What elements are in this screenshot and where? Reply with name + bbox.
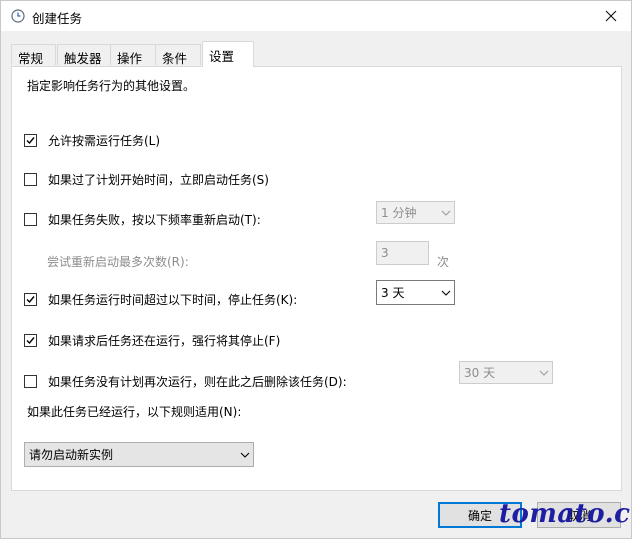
checkmark-icon [26, 137, 35, 145]
task-scheduler-clock-icon [11, 9, 25, 23]
create-task-dialog: 创建任务 常规 触发器 操作 条件 设置 指定影响任务行为的其他设置。 允许按需… [0, 0, 632, 539]
run-asap-row: 如果过了计划开始时间，立即启动任务(S) [24, 171, 269, 188]
close-icon [605, 10, 617, 22]
force-stop-checkbox[interactable] [24, 334, 37, 347]
stop-if-longer-label: 如果任务运行时间超过以下时间，停止任务(K): [48, 293, 298, 307]
delete-if-not-scheduled-checkbox[interactable] [24, 375, 37, 388]
allow-on-demand-checkbox[interactable] [24, 134, 37, 147]
settings-panel: 指定影响任务行为的其他设置。 允许按需运行任务(L) 如果过了计划开始时间，立即… [11, 66, 622, 491]
window-title: 创建任务 [32, 11, 83, 26]
delete-if-not-scheduled-row: 如果任务没有计划再次运行，则在此之后删除该任务(D): [24, 373, 347, 390]
stop-duration-dropdown[interactable]: 3 天 [376, 280, 455, 305]
delete-after-value: 30 天 [464, 366, 496, 380]
tab-general[interactable]: 常规 [11, 44, 56, 66]
stop-duration-value: 3 天 [381, 286, 405, 300]
tab-settings[interactable]: 设置 [202, 41, 254, 67]
delete-after-dropdown[interactable]: 30 天 [459, 361, 553, 384]
chevron-down-icon [437, 202, 454, 223]
title-bar: 创建任务 [1, 1, 631, 31]
if-running-rule-dropdown[interactable]: 请勿启动新实例 [24, 442, 254, 467]
chevron-down-icon [437, 281, 454, 304]
settings-description: 指定影响任务行为的其他设置。 [27, 79, 196, 93]
tab-actions[interactable]: 操作 [110, 44, 156, 66]
if-running-rule-label: 如果此任务已经运行，以下规则适用(N): [27, 405, 242, 419]
checkmark-icon [26, 337, 35, 345]
allow-on-demand-label: 允许按需运行任务(L) [48, 134, 161, 148]
restart-attempts-unit: 次 [437, 255, 450, 269]
stop-if-longer-row: 如果任务运行时间超过以下时间，停止任务(K): [24, 291, 297, 308]
run-asap-checkbox[interactable] [24, 173, 37, 186]
restart-attempts-label: 尝试重新启动最多次数(R): [47, 255, 189, 269]
restart-on-failure-label: 如果任务失败，按以下频率重新启动(T): [48, 213, 261, 227]
delete-if-not-scheduled-label: 如果任务没有计划再次运行，则在此之后删除该任务(D): [48, 375, 347, 389]
close-button[interactable] [591, 1, 631, 31]
checkmark-icon [26, 296, 35, 304]
tab-triggers[interactable]: 触发器 [57, 44, 111, 66]
chevron-down-icon [236, 443, 253, 466]
allow-on-demand-row: 允许按需运行任务(L) [24, 132, 160, 149]
if-running-rule-value: 请勿启动新实例 [29, 448, 114, 462]
force-stop-row: 如果请求后任务还在运行，强行将其停止(F) [24, 332, 280, 349]
chevron-down-icon [535, 362, 552, 383]
restart-interval-dropdown[interactable]: 1 分钟 [376, 201, 455, 224]
force-stop-label: 如果请求后任务还在运行，强行将其停止(F) [48, 334, 281, 348]
watermark-text: tomato.cm [499, 499, 632, 529]
run-asap-label: 如果过了计划开始时间，立即启动任务(S) [48, 173, 269, 187]
tab-conditions[interactable]: 条件 [155, 44, 201, 66]
restart-on-failure-checkbox[interactable] [24, 213, 37, 226]
restart-on-failure-row: 如果任务失败，按以下频率重新启动(T): [24, 211, 261, 228]
stop-if-longer-checkbox[interactable] [24, 293, 37, 306]
restart-attempts-input[interactable]: 3 [376, 241, 429, 265]
restart-interval-value: 1 分钟 [381, 206, 417, 220]
